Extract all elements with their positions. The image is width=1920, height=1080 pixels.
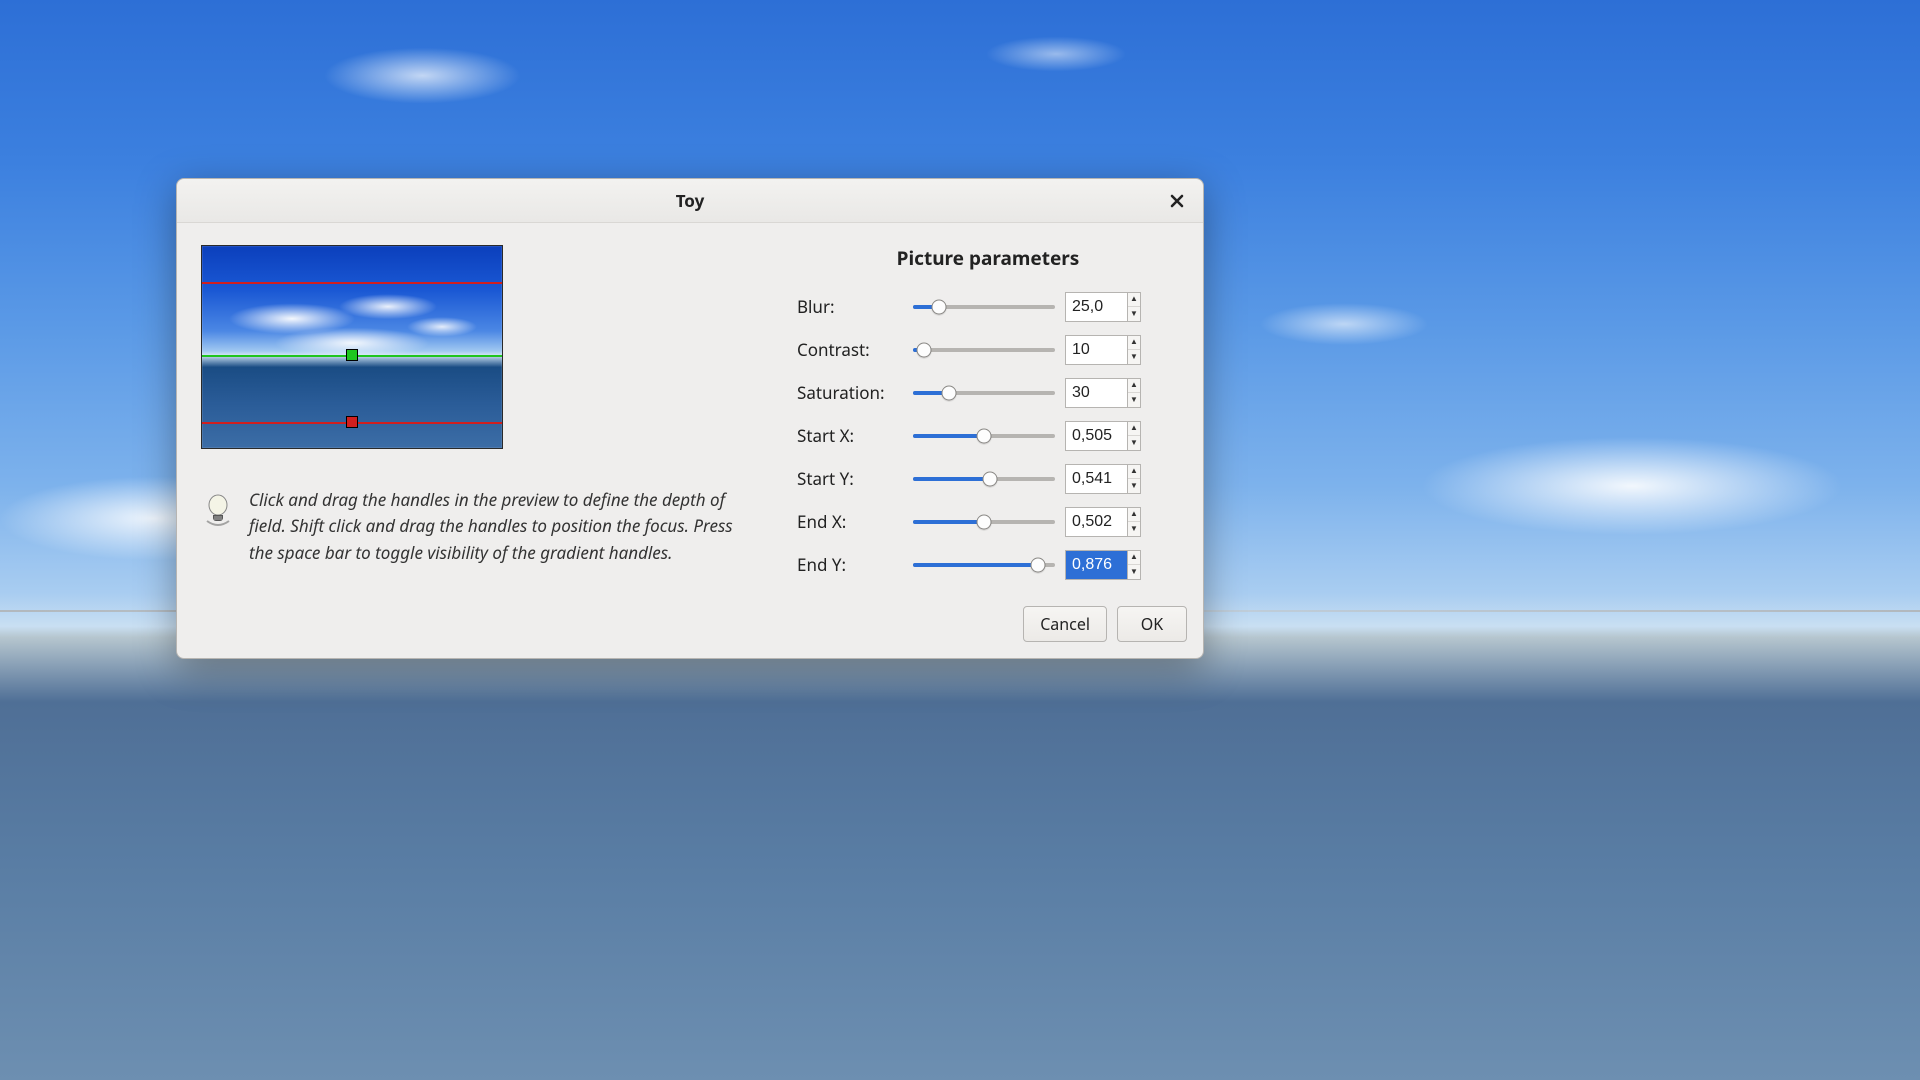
arrow-down-icon[interactable]: ▼: [1128, 522, 1140, 536]
arrow-down-icon[interactable]: ▼: [1128, 436, 1140, 450]
dialog-titlebar[interactable]: Toy: [177, 179, 1203, 223]
arrow-down-icon[interactable]: ▼: [1128, 479, 1140, 493]
spin-arrows[interactable]: ▲▼: [1127, 292, 1141, 322]
end-y-input[interactable]: [1065, 550, 1127, 580]
start-x-input[interactable]: [1065, 421, 1127, 451]
cancel-button[interactable]: Cancel: [1023, 606, 1107, 642]
param-blur: Blur: ▲▼: [797, 285, 1179, 328]
param-label: Start X:: [797, 424, 903, 447]
parameters-title: Picture parameters: [797, 245, 1179, 271]
param-label: Saturation:: [797, 381, 903, 404]
close-icon[interactable]: [1165, 189, 1189, 213]
param-end-y: End Y: ▲▼: [797, 543, 1179, 586]
end-x-slider[interactable]: [913, 514, 1055, 530]
hint-text: Click and drag the handles in the previe…: [249, 487, 761, 566]
contrast-spinbox[interactable]: ▲▼: [1065, 335, 1147, 365]
start-y-slider[interactable]: [913, 471, 1055, 487]
dialog-button-bar: Cancel OK: [177, 598, 1203, 658]
gradient-line-top[interactable]: [202, 282, 502, 284]
contrast-slider[interactable]: [913, 342, 1055, 358]
param-label: End X:: [797, 510, 903, 533]
spin-arrows[interactable]: ▲▼: [1127, 550, 1141, 580]
dialog-title: Toy: [676, 189, 705, 212]
arrow-up-icon[interactable]: ▲: [1128, 551, 1140, 566]
spin-arrows[interactable]: ▲▼: [1127, 335, 1141, 365]
start-x-slider[interactable]: [913, 428, 1055, 444]
param-label: End Y:: [797, 553, 903, 576]
spin-arrows[interactable]: ▲▼: [1127, 464, 1141, 494]
arrow-down-icon[interactable]: ▼: [1128, 565, 1140, 579]
parameters-panel: Picture parameters Blur: ▲▼ Contrast:: [797, 245, 1179, 586]
param-start-y: Start Y: ▲▼: [797, 457, 1179, 500]
arrow-down-icon[interactable]: ▼: [1128, 393, 1140, 407]
lightbulb-icon: [201, 493, 235, 527]
spin-arrows[interactable]: ▲▼: [1127, 507, 1141, 537]
focus-handle[interactable]: [346, 349, 358, 361]
contrast-input[interactable]: [1065, 335, 1127, 365]
blur-spinbox[interactable]: ▲▼: [1065, 292, 1147, 322]
arrow-up-icon[interactable]: ▲: [1128, 508, 1140, 523]
hint-row: Click and drag the handles in the previe…: [201, 487, 761, 566]
param-saturation: Saturation: ▲▼: [797, 371, 1179, 414]
param-contrast: Contrast: ▲▼: [797, 328, 1179, 371]
gradient-handle[interactable]: [346, 416, 358, 428]
saturation-spinbox[interactable]: ▲▼: [1065, 378, 1147, 408]
saturation-input[interactable]: [1065, 378, 1127, 408]
spin-arrows[interactable]: ▲▼: [1127, 378, 1141, 408]
arrow-up-icon[interactable]: ▲: [1128, 293, 1140, 308]
saturation-slider[interactable]: [913, 385, 1055, 401]
dialog-window: Toy: [176, 178, 1204, 659]
arrow-down-icon[interactable]: ▼: [1128, 307, 1140, 321]
arrow-up-icon[interactable]: ▲: [1128, 465, 1140, 480]
end-x-spinbox[interactable]: ▲▼: [1065, 507, 1147, 537]
param-start-x: Start X: ▲▼: [797, 414, 1179, 457]
arrow-up-icon[interactable]: ▲: [1128, 422, 1140, 437]
param-label: Blur:: [797, 295, 903, 318]
preview-canvas[interactable]: [201, 245, 503, 449]
blur-slider[interactable]: [913, 299, 1055, 315]
end-y-spinbox[interactable]: ▲▼: [1065, 550, 1147, 580]
ok-button[interactable]: OK: [1117, 606, 1187, 642]
start-x-spinbox[interactable]: ▲▼: [1065, 421, 1147, 451]
start-y-spinbox[interactable]: ▲▼: [1065, 464, 1147, 494]
param-label: Contrast:: [797, 338, 903, 361]
start-y-input[interactable]: [1065, 464, 1127, 494]
end-x-input[interactable]: [1065, 507, 1127, 537]
blur-input[interactable]: [1065, 292, 1127, 322]
param-label: Start Y:: [797, 467, 903, 490]
param-end-x: End X: ▲▼: [797, 500, 1179, 543]
arrow-up-icon[interactable]: ▲: [1128, 336, 1140, 351]
arrow-up-icon[interactable]: ▲: [1128, 379, 1140, 394]
spin-arrows[interactable]: ▲▼: [1127, 421, 1141, 451]
arrow-down-icon[interactable]: ▼: [1128, 350, 1140, 364]
end-y-slider[interactable]: [913, 557, 1055, 573]
